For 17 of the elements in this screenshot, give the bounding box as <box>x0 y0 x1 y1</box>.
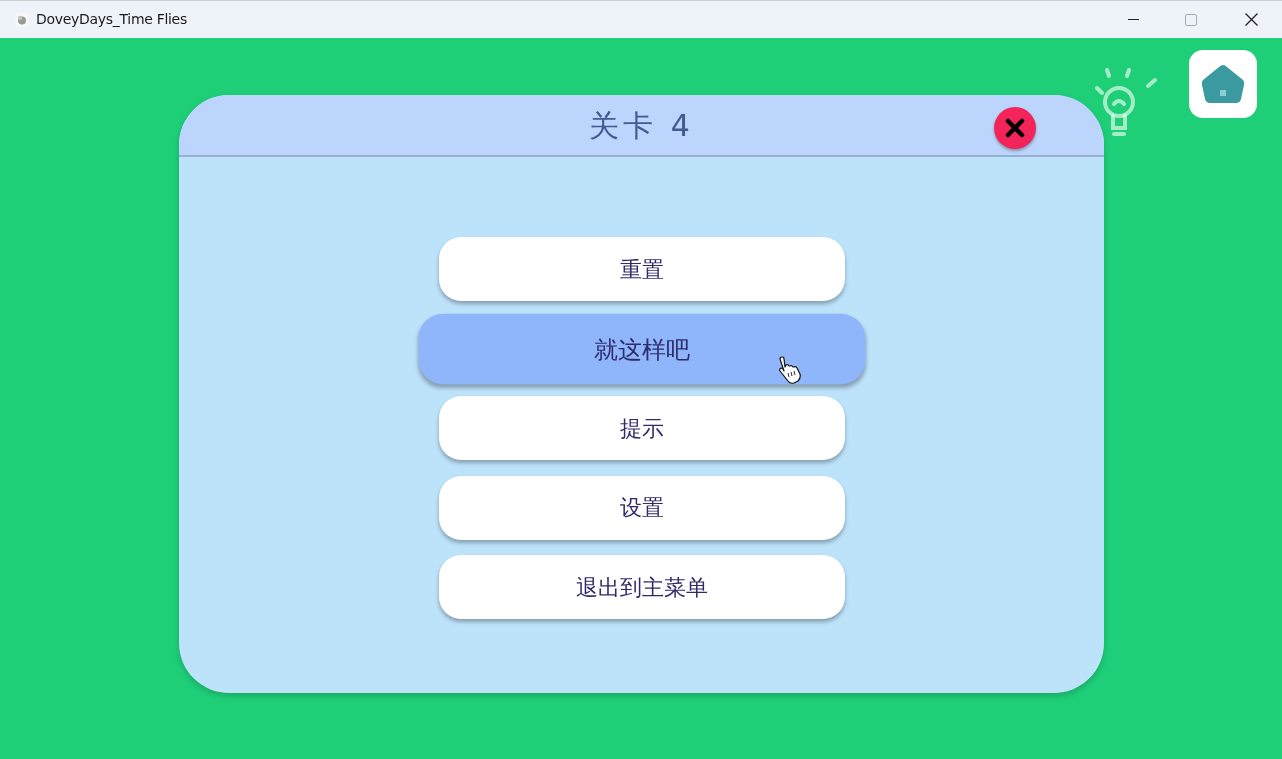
close-icon <box>1244 13 1258 26</box>
home-button[interactable] <box>1189 50 1257 118</box>
minimize-icon <box>1127 19 1139 20</box>
window-title: DoveyDays_Time Flies <box>36 10 187 29</box>
menu-button[interactable]: 提示 <box>438 396 845 460</box>
menu-button[interactable]: 退出到主菜单 <box>438 555 845 619</box>
app-icon <box>15 12 29 27</box>
close-icon <box>1005 118 1025 138</box>
menu-button[interactable]: 就这样吧 <box>418 313 865 384</box>
close-button[interactable] <box>994 107 1036 149</box>
maximize-icon <box>1185 13 1197 26</box>
menu-button[interactable]: 设置 <box>438 475 845 540</box>
house-icon <box>1200 64 1246 104</box>
hand-cursor-icon <box>777 356 802 384</box>
menu-button[interactable]: 重置 <box>438 237 845 301</box>
dialog-title: 关卡 4 <box>589 106 694 145</box>
lightbulb-icon[interactable] <box>1093 66 1159 138</box>
